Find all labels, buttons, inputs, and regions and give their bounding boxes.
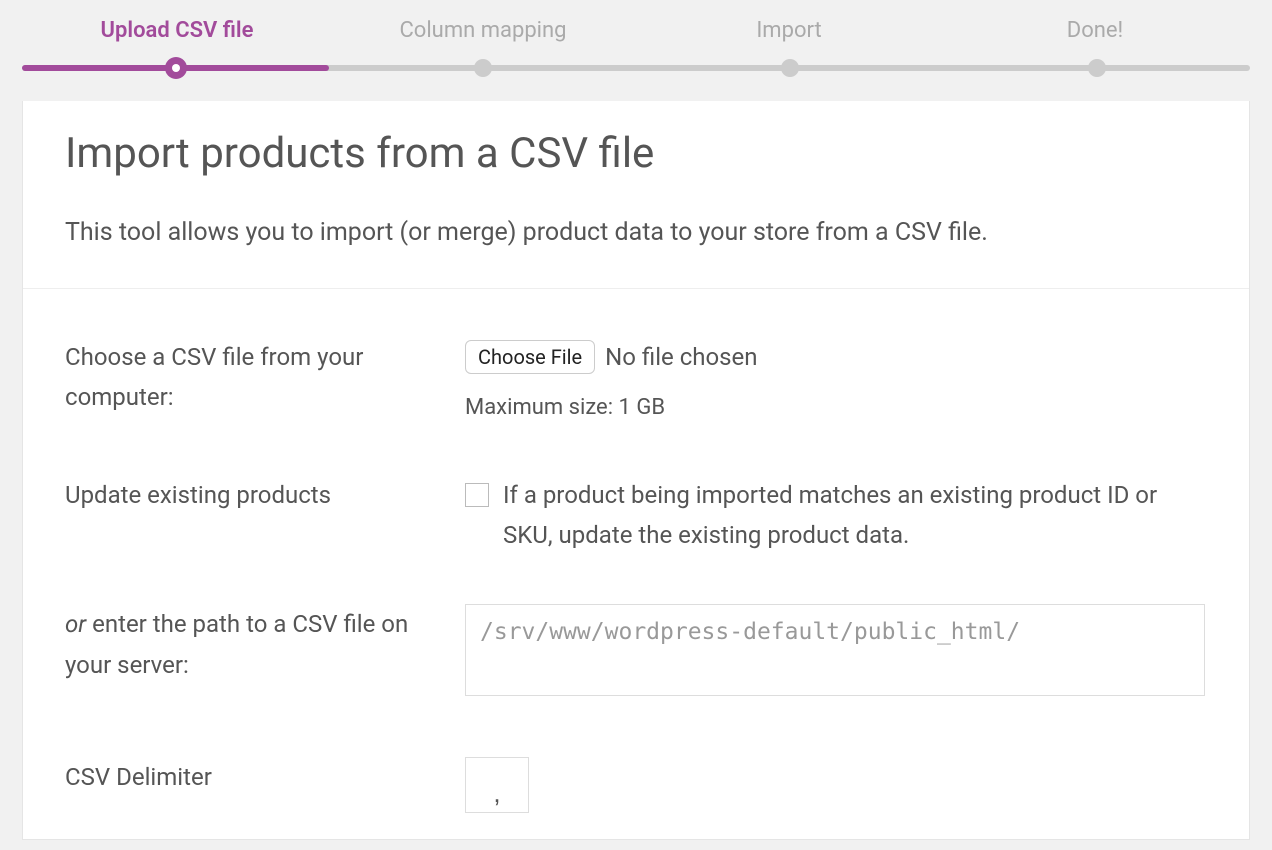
file-upload-row: Choose File No file chosen <box>465 337 1207 378</box>
no-file-chosen-text: No file chosen <box>605 337 757 378</box>
step-upload[interactable]: Upload CSV file <box>24 18 330 43</box>
server-path-control <box>465 604 1207 709</box>
panel-header: Import products from a CSV file This too… <box>23 101 1249 289</box>
delimiter-input[interactable] <box>465 757 529 813</box>
row-server-path: or enter the path to a CSV file on your … <box>65 580 1207 733</box>
delimiter-control <box>465 757 1207 815</box>
progress-stepper: Upload CSV file Column mapping Import Do… <box>0 0 1272 71</box>
progress-labels: Upload CSV file Column mapping Import Do… <box>22 18 1250 43</box>
row-delimiter: CSV Delimiter <box>65 733 1207 839</box>
server-path-label: or enter the path to a CSV file on your … <box>65 604 465 686</box>
page-description: This tool allows you to import (or merge… <box>65 214 1207 252</box>
step-column-mapping: Column mapping <box>330 18 636 43</box>
server-path-input[interactable] <box>465 604 1205 696</box>
progress-dot-2 <box>474 59 492 77</box>
update-existing-label: Update existing products <box>65 475 465 516</box>
progress-dot-3 <box>781 59 799 77</box>
progress-dot-4 <box>1088 59 1106 77</box>
server-path-label-or: or <box>65 610 86 638</box>
max-size-text: Maximum size: 1 GB <box>465 389 1207 426</box>
step-done: Done! <box>942 18 1248 43</box>
update-existing-help: If a product being imported matches an e… <box>503 475 1207 557</box>
row-choose-file: Choose a CSV file from your computer: Ch… <box>65 313 1207 451</box>
progress-dot-1 <box>165 57 187 79</box>
page-title: Import products from a CSV file <box>65 129 1207 178</box>
server-path-label-rest: enter the path to a CSV file on your ser… <box>65 610 408 679</box>
update-existing-checkbox[interactable] <box>465 483 489 507</box>
choose-file-control: Choose File No file chosen Maximum size:… <box>465 337 1207 427</box>
step-import: Import <box>636 18 942 43</box>
progress-bar <box>22 65 1250 71</box>
import-form: Choose a CSV file from your computer: Ch… <box>23 289 1249 839</box>
row-update-existing: Update existing products If a product be… <box>65 451 1207 581</box>
choose-file-button[interactable]: Choose File <box>465 340 595 374</box>
delimiter-label: CSV Delimiter <box>65 757 465 798</box>
update-existing-control: If a product being imported matches an e… <box>465 475 1207 557</box>
choose-file-label: Choose a CSV file from your computer: <box>65 337 465 419</box>
import-panel: Import products from a CSV file This too… <box>22 101 1250 840</box>
